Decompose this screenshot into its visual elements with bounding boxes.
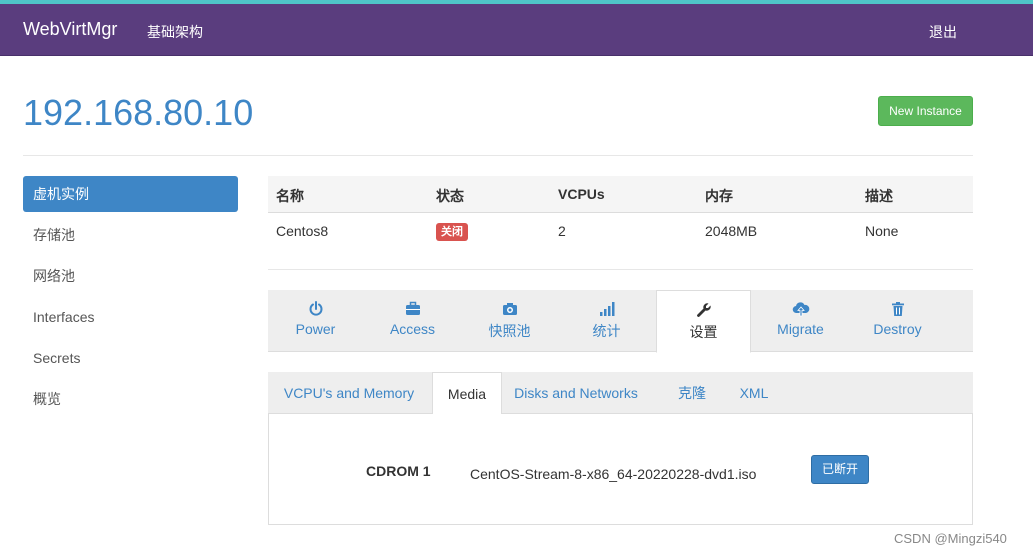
wrench-icon: [696, 303, 711, 317]
col-header-memory: 内存: [705, 188, 733, 204]
nav-link-infrastructure[interactable]: 基础架构: [147, 22, 203, 42]
tab-label: Power: [295, 321, 336, 337]
instance-vcpus: 2: [558, 223, 566, 239]
tab-label: Access: [389, 321, 436, 337]
navbar: WebVirtMgr 基础架构 退出: [0, 4, 1033, 56]
tab-destroy[interactable]: Destroy: [850, 290, 945, 352]
sidebar-item-interfaces[interactable]: Interfaces: [23, 299, 238, 335]
sidebar-item-instances[interactable]: 虚机实例: [23, 176, 238, 212]
trash-icon: [891, 302, 904, 316]
sidebar-item-networks[interactable]: 网络池: [23, 258, 238, 294]
cdrom-iso-value: CentOS-Stream-8-x86_64-20220228-dvd1.iso: [470, 466, 757, 482]
tab-power[interactable]: Power: [268, 290, 363, 352]
tab-xml[interactable]: XML: [730, 372, 778, 414]
tab-label: 快照池: [488, 323, 531, 339]
logout-link[interactable]: 退出: [929, 22, 957, 42]
power-icon: [309, 301, 322, 316]
tab-snapshots[interactable]: 快照池: [462, 290, 557, 352]
col-header-vcpus: VCPUs: [558, 186, 605, 202]
page-title: 192.168.80.10: [23, 92, 254, 133]
row-divider: [268, 269, 973, 270]
sidebar-item-secrets[interactable]: Secrets: [23, 340, 238, 376]
tab-label: Destroy: [873, 321, 922, 337]
action-tabs: Power Access 快照池 统计 设置 Migrate Destroy: [268, 290, 973, 353]
col-header-status: 状态: [436, 188, 464, 204]
tab-label: 设置: [689, 324, 718, 340]
instance-memory: 2048MB: [705, 223, 758, 239]
divider: [23, 155, 973, 156]
tab-label: 统计: [592, 323, 621, 339]
tab-stats[interactable]: 统计: [559, 290, 654, 352]
cdrom-label: CDROM 1: [366, 463, 431, 479]
briefcase-icon: [405, 301, 420, 315]
tab-settings[interactable]: 设置: [656, 290, 751, 353]
sidebar-item-overview[interactable]: 概览: [23, 381, 238, 417]
tab-access[interactable]: Access: [365, 290, 460, 352]
tab-clone[interactable]: 克隆: [668, 372, 716, 414]
cloud-upload-icon: [792, 302, 809, 317]
sidebar-item-storage[interactable]: 存储池: [23, 217, 238, 253]
settings-tabs: VCPU's and Memory Media Disks and Networ…: [268, 372, 973, 415]
status-badge: 关闭: [436, 223, 468, 241]
watermark: CSDN @Mingzi540: [894, 531, 1007, 546]
col-header-desc: 描述: [865, 188, 893, 204]
tab-disks-networks[interactable]: Disks and Networks: [508, 372, 644, 414]
new-instance-button[interactable]: New Instance: [878, 96, 973, 126]
camera-icon: [502, 303, 517, 315]
instance-desc: None: [865, 223, 899, 239]
brand-logo[interactable]: WebVirtMgr: [23, 19, 117, 40]
tab-migrate[interactable]: Migrate: [753, 290, 848, 352]
tab-media[interactable]: Media: [432, 372, 502, 415]
instance-name[interactable]: Centos8: [276, 223, 328, 239]
signal-icon: [599, 302, 614, 316]
col-header-name: 名称: [276, 188, 304, 204]
disconnect-button[interactable]: 已断开: [811, 455, 869, 484]
tab-vcpu-memory[interactable]: VCPU's and Memory: [268, 372, 430, 414]
table-header: 名称 状态 VCPUs 内存 描述: [268, 176, 973, 213]
tab-label: Migrate: [777, 321, 824, 337]
